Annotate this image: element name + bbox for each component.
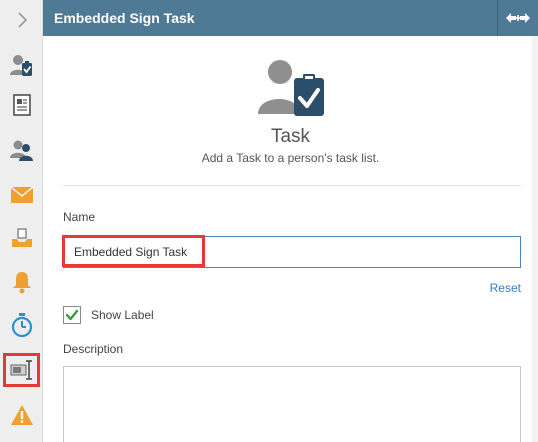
document-icon — [12, 94, 31, 116]
task-person-icon — [9, 55, 32, 76]
task-hero: Task Add a Task to a person's task list. — [43, 56, 538, 165]
timer-icon — [11, 313, 32, 338]
people-icon — [9, 140, 33, 161]
name-label: Name — [63, 210, 96, 224]
toolbar-document-button[interactable] — [0, 85, 43, 125]
panel-title: Embedded Sign Task — [54, 10, 195, 26]
toolbar-notification-button[interactable] — [0, 262, 43, 302]
expand-panel-button[interactable] — [498, 0, 538, 36]
collapse-button[interactable] — [0, 0, 43, 40]
show-label-checkbox[interactable] — [63, 306, 81, 324]
left-toolbar — [0, 0, 43, 442]
panel-header: Embedded Sign Task — [43, 0, 538, 36]
toolbar-email-button[interactable] — [0, 175, 43, 215]
show-label-text: Show Label — [91, 308, 154, 322]
embedded-sign-icon — [10, 360, 32, 380]
task-person-icon — [257, 60, 324, 116]
toolbar-embedded-sign-button[interactable] — [2, 352, 41, 388]
mail-icon — [10, 186, 33, 203]
name-input[interactable] — [63, 236, 521, 268]
description-label: Description — [63, 342, 124, 356]
chevron-right-icon — [17, 12, 27, 28]
reset-link[interactable]: Reset — [490, 281, 521, 295]
task-description: Add a Task to a person's task list. — [201, 151, 380, 165]
properties-panel: Task Add a Task to a person's task list.… — [43, 36, 538, 442]
toolbar-warning-button[interactable] — [0, 395, 43, 435]
toolbar-timer-button[interactable] — [0, 305, 43, 345]
description-input[interactable] — [63, 366, 521, 442]
toolbar-inbox-button[interactable] — [0, 218, 43, 258]
checkmark-icon — [65, 309, 79, 321]
bell-icon — [12, 272, 31, 294]
expand-arrows-icon — [506, 13, 530, 23]
section-divider — [63, 185, 521, 186]
task-title: Task — [270, 126, 311, 147]
warning-icon — [10, 405, 33, 425]
toolbar-task-button[interactable] — [0, 46, 43, 86]
inbox-tray-icon — [11, 228, 32, 247]
toolbar-people-button[interactable] — [0, 130, 43, 170]
